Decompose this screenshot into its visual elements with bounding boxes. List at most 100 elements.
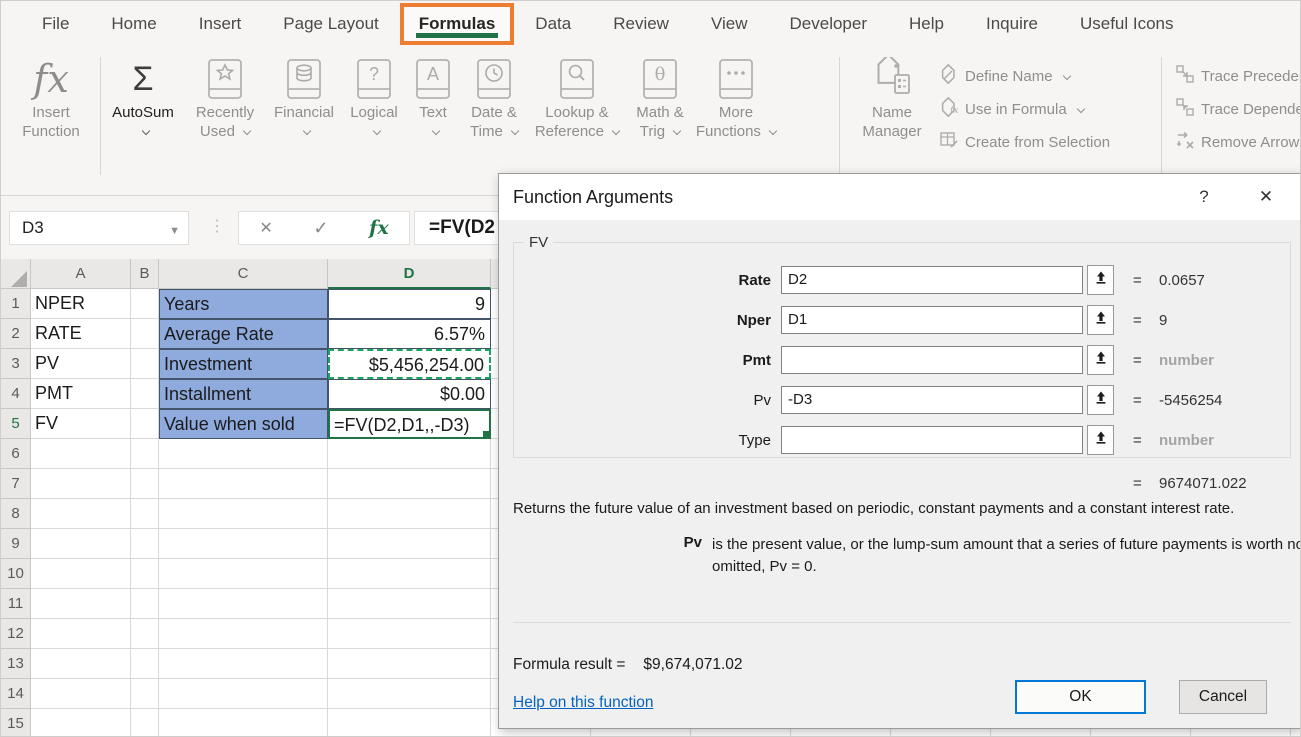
cell-B2[interactable] xyxy=(131,319,159,349)
cell-C13[interactable] xyxy=(159,649,328,679)
column-header-d[interactable]: D xyxy=(328,259,491,289)
insert-function-fx-icon[interactable]: fx xyxy=(369,217,389,239)
cell-B3[interactable] xyxy=(131,349,159,379)
financial-button[interactable]: Financial xyxy=(267,49,341,141)
trace-dependents-button[interactable]: Trace Dependents xyxy=(1175,96,1301,122)
help-on-function-link[interactable]: Help on this function xyxy=(513,694,653,712)
row-header-13[interactable]: 13 xyxy=(1,649,31,679)
cell-D7[interactable] xyxy=(328,469,491,499)
arg-input-pmt[interactable] xyxy=(781,346,1083,374)
remove-arrows-button[interactable]: Remove Arrows xyxy=(1175,129,1301,155)
range-selector-button[interactable] xyxy=(1087,385,1114,415)
tab-insert[interactable]: Insert xyxy=(178,1,263,47)
trace-precedents-button[interactable]: Trace Precedents xyxy=(1175,63,1301,89)
cell-A5[interactable]: FV xyxy=(31,409,131,439)
cell-C9[interactable] xyxy=(159,529,328,559)
cell-C3[interactable]: Investment xyxy=(159,349,328,379)
column-header-c[interactable]: C xyxy=(159,259,328,289)
cell-A6[interactable] xyxy=(31,439,131,469)
recently-used-button[interactable]: RecentlyUsed xyxy=(183,49,267,141)
cell-D11[interactable] xyxy=(328,589,491,619)
cell-B1[interactable] xyxy=(131,289,159,319)
column-header-a[interactable]: A xyxy=(31,259,131,289)
tab-data[interactable]: Data xyxy=(514,1,592,47)
cell-D3[interactable]: $5,456,254.00 xyxy=(328,349,491,379)
tab-useful-icons[interactable]: Useful Icons xyxy=(1059,1,1195,47)
cell-D1[interactable]: 9 xyxy=(328,289,491,319)
row-header-8[interactable]: 8 xyxy=(1,499,31,529)
row-header-1[interactable]: 1 xyxy=(1,289,31,319)
cell-C14[interactable] xyxy=(159,679,328,709)
cell-D2[interactable]: 6.57% xyxy=(328,319,491,349)
tab-formulas[interactable]: Formulas xyxy=(400,3,515,45)
arg-input-pv[interactable]: -D3 xyxy=(781,386,1083,414)
tab-review[interactable]: Review xyxy=(592,1,690,47)
cell-B8[interactable] xyxy=(131,499,159,529)
cell-C10[interactable] xyxy=(159,559,328,589)
cell-A12[interactable] xyxy=(31,619,131,649)
tab-help[interactable]: Help xyxy=(888,1,965,47)
arg-input-nper[interactable]: D1 xyxy=(781,306,1083,334)
row-header-7[interactable]: 7 xyxy=(1,469,31,499)
row-header-4[interactable]: 4 xyxy=(1,379,31,409)
cell-C8[interactable] xyxy=(159,499,328,529)
cell-A8[interactable] xyxy=(31,499,131,529)
cancel-button[interactable]: Cancel xyxy=(1179,680,1267,714)
row-header-2[interactable]: 2 xyxy=(1,319,31,349)
tab-developer[interactable]: Developer xyxy=(769,1,889,47)
ok-button[interactable]: OK xyxy=(1015,680,1146,714)
cell-C6[interactable] xyxy=(159,439,328,469)
cell-B15[interactable] xyxy=(131,709,159,737)
select-all-icon[interactable] xyxy=(11,271,27,287)
cell-B9[interactable] xyxy=(131,529,159,559)
dialog-help-icon[interactable]: ? xyxy=(1182,182,1226,212)
insert-function-button[interactable]: fx Insert Function xyxy=(7,49,95,141)
row-header-6[interactable]: 6 xyxy=(1,439,31,469)
cell-B14[interactable] xyxy=(131,679,159,709)
cell-C1[interactable]: Years xyxy=(159,289,328,319)
name-box-dropdown-icon[interactable]: ▼ xyxy=(169,225,180,237)
cell-B6[interactable] xyxy=(131,439,159,469)
cell-A2[interactable]: RATE xyxy=(31,319,131,349)
cell-A11[interactable] xyxy=(31,589,131,619)
cell-A1[interactable]: NPER xyxy=(31,289,131,319)
range-selector-button[interactable] xyxy=(1087,305,1114,335)
tab-home[interactable]: Home xyxy=(90,1,177,47)
cell-C5[interactable]: Value when sold xyxy=(159,409,328,439)
cell-C12[interactable] xyxy=(159,619,328,649)
cell-D14[interactable] xyxy=(328,679,491,709)
cell-C4[interactable]: Installment xyxy=(159,379,328,409)
tab-inquire[interactable]: Inquire xyxy=(965,1,1059,47)
cell-D4[interactable]: $0.00 xyxy=(328,379,491,409)
range-selector-button[interactable] xyxy=(1087,425,1114,455)
logical-button[interactable]: ?Logical xyxy=(341,49,407,141)
row-header-10[interactable]: 10 xyxy=(1,559,31,589)
use-in-formula-button[interactable]: fxUse in Formula xyxy=(939,96,1084,122)
create-from-selection-button[interactable]: Create from Selection xyxy=(939,129,1110,155)
define-name-button[interactable]: Define Name xyxy=(939,63,1070,89)
cell-B12[interactable] xyxy=(131,619,159,649)
dialog-title-bar[interactable]: Function Arguments ? ✕ xyxy=(499,174,1301,220)
cell-B11[interactable] xyxy=(131,589,159,619)
lookup-reference-button[interactable]: Lookup &Reference xyxy=(529,49,625,141)
cell-C2[interactable]: Average Rate xyxy=(159,319,328,349)
cell-B4[interactable] xyxy=(131,379,159,409)
row-header-5[interactable]: 5 xyxy=(1,409,31,439)
tab-view[interactable]: View xyxy=(690,1,769,47)
enter-entry-icon[interactable]: ✓ xyxy=(313,218,328,239)
close-icon[interactable]: ✕ xyxy=(1244,182,1288,212)
cell-D10[interactable] xyxy=(328,559,491,589)
cell-D9[interactable] xyxy=(328,529,491,559)
tab-file[interactable]: File xyxy=(21,1,90,47)
cell-A10[interactable] xyxy=(31,559,131,589)
date-time-button[interactable]: Date &Time xyxy=(459,49,529,141)
cell-C15[interactable] xyxy=(159,709,328,737)
cell-C11[interactable] xyxy=(159,589,328,619)
row-header-15[interactable]: 15 xyxy=(1,709,31,737)
cell-A4[interactable]: PMT xyxy=(31,379,131,409)
row-header-12[interactable]: 12 xyxy=(1,619,31,649)
range-selector-button[interactable] xyxy=(1087,345,1114,375)
cell-A13[interactable] xyxy=(31,649,131,679)
arg-input-rate[interactable]: D2 xyxy=(781,266,1083,294)
cell-A3[interactable]: PV xyxy=(31,349,131,379)
